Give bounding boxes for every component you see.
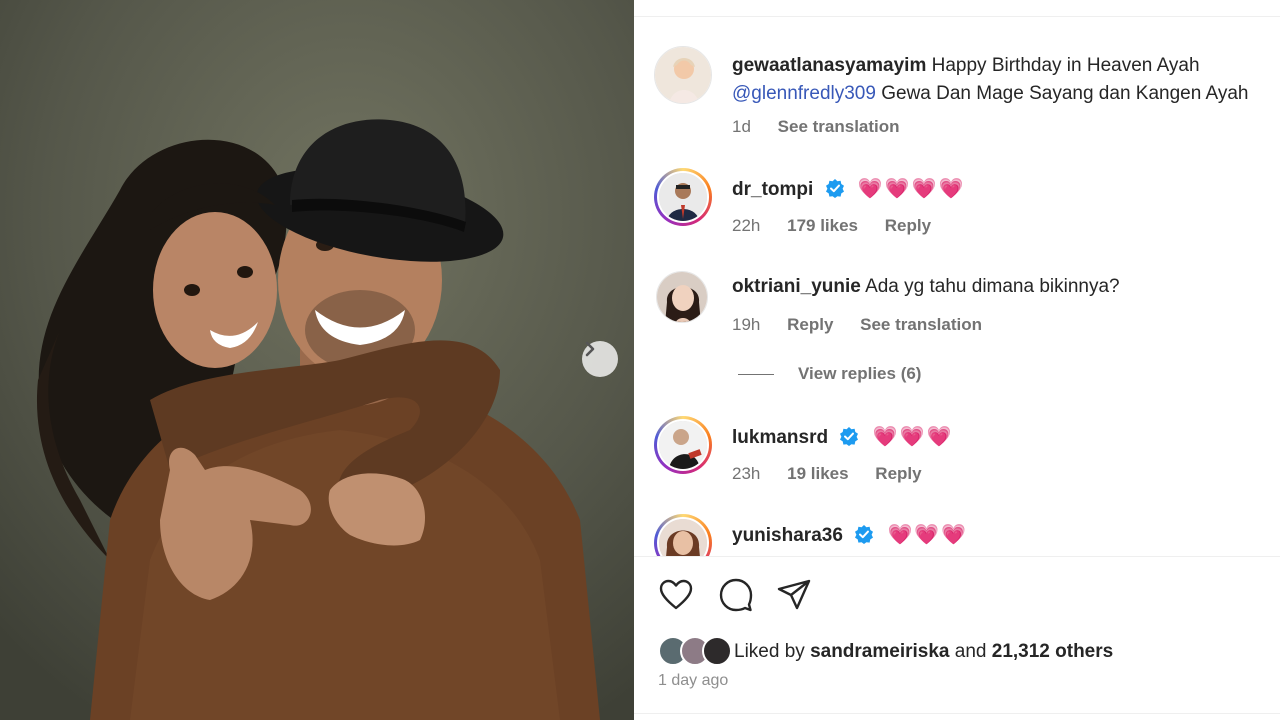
caption-username[interactable]: gewaatlanasyamayim [732, 55, 926, 76]
liked-by-prefix: Liked by [734, 641, 805, 662]
liked-by: Liked by sandrameiriska and 21,312 other… [658, 636, 1113, 668]
chevron-right-icon [585, 341, 595, 357]
comment-3-line: lukmansrd 💗💗💗 [732, 422, 953, 452]
caption-text-line2: Gewa Dan Mage Sayang dan Kangen Ayah [881, 83, 1249, 104]
avatar-dr-tompi[interactable] [654, 168, 712, 226]
liker-avatar [702, 636, 732, 666]
avatar-image [659, 421, 707, 469]
avatar-image [657, 272, 707, 322]
photo-illustration [0, 0, 634, 720]
divider [634, 16, 1280, 17]
avatar-yunishara36[interactable] [654, 514, 712, 556]
caption-line1: gewaatlanasyamayim Happy Birthday in Hea… [732, 52, 1200, 80]
comment-2-see-translation[interactable]: See translation [860, 315, 982, 334]
comment-button[interactable] [718, 577, 754, 613]
comment-1-likes[interactable]: 179 likes [787, 216, 858, 235]
view-replies-label: View replies (6) [798, 364, 922, 383]
avatar-image [659, 519, 707, 556]
comment-3-reply-button[interactable]: Reply [875, 464, 921, 483]
avatar-lukmansrd[interactable] [654, 416, 712, 474]
liker-avatars[interactable] [658, 636, 734, 668]
comment-4-text: 💗💗💗 [887, 522, 969, 546]
caption-text-line1: Happy Birthday in Heaven Ayah [931, 55, 1200, 76]
replies-line [738, 373, 774, 375]
caption-see-translation[interactable]: See translation [778, 117, 900, 136]
comment-2-reply-button[interactable]: Reply [787, 315, 833, 334]
share-button[interactable] [776, 577, 812, 613]
paper-plane-icon [777, 579, 811, 610]
next-photo-button[interactable] [582, 341, 618, 377]
comment-4-line: yunishara36 💗💗💗 [732, 520, 968, 550]
comment-icon [719, 578, 753, 612]
divider [634, 556, 1280, 557]
comment-2-text: Ada yg tahu dimana bikinnya? [865, 276, 1120, 297]
view-replies-button[interactable]: View replies (6) [738, 364, 921, 384]
avatar-oktriani-yunie[interactable] [656, 271, 708, 323]
comment-3-meta: 23h 19 likes Reply [732, 464, 944, 484]
comment-2-line: oktriani_yunie Ada yg tahu dimana bikinn… [732, 273, 1120, 301]
verified-badge-icon [840, 427, 859, 446]
comment-4-username[interactable]: yunishara36 [732, 525, 843, 546]
comment-1-time: 22h [732, 216, 761, 235]
comment-1-line: dr_tompi 💗💗💗💗 [732, 174, 965, 204]
caption-meta: 1d See translation [732, 117, 922, 137]
avatar-gewaatlanasyamayim[interactable] [654, 46, 712, 104]
liked-by-user[interactable]: sandrameiriska [810, 641, 949, 663]
verified-badge-icon [855, 525, 874, 544]
comment-2-username[interactable]: oktriani_yunie [732, 276, 861, 297]
comment-3-username[interactable]: lukmansrd [732, 427, 828, 448]
caption-line2: @glennfredly309 Gewa Dan Mage Sayang dan… [732, 80, 1249, 108]
verified-badge-icon [825, 179, 844, 198]
comment-1-username[interactable]: dr_tompi [732, 179, 813, 200]
divider [634, 713, 1280, 714]
liked-by-others[interactable]: 21,312 others [992, 641, 1113, 663]
heart-icon [659, 579, 693, 610]
comments-panel: gewaatlanasyamayim Happy Birthday in Hea… [634, 0, 1280, 720]
comment-1-meta: 22h 179 likes Reply [732, 216, 953, 236]
comment-2-meta: 19h Reply See translation [732, 315, 1004, 335]
avatar-image [659, 173, 707, 221]
comment-3-text: 💗💗💗 [872, 424, 954, 448]
comment-1-text: 💗💗💗💗 [857, 176, 966, 200]
comment-3-time: 23h [732, 464, 761, 483]
comment-4-clip: yunishara36 💗💗💗 [634, 500, 1280, 556]
like-button[interactable] [658, 577, 694, 613]
comment-2-time: 19h [732, 315, 761, 334]
post-photo [0, 0, 634, 720]
comment-3-likes[interactable]: 19 likes [787, 464, 848, 483]
caption-time: 1d [732, 117, 751, 136]
liked-by-and: and [954, 641, 987, 662]
avatar-image [655, 47, 711, 103]
caption-mention[interactable]: @glennfredly309 [732, 83, 876, 104]
comment-1-reply-button[interactable]: Reply [885, 216, 931, 235]
post-date: 1 day ago [658, 672, 729, 689]
